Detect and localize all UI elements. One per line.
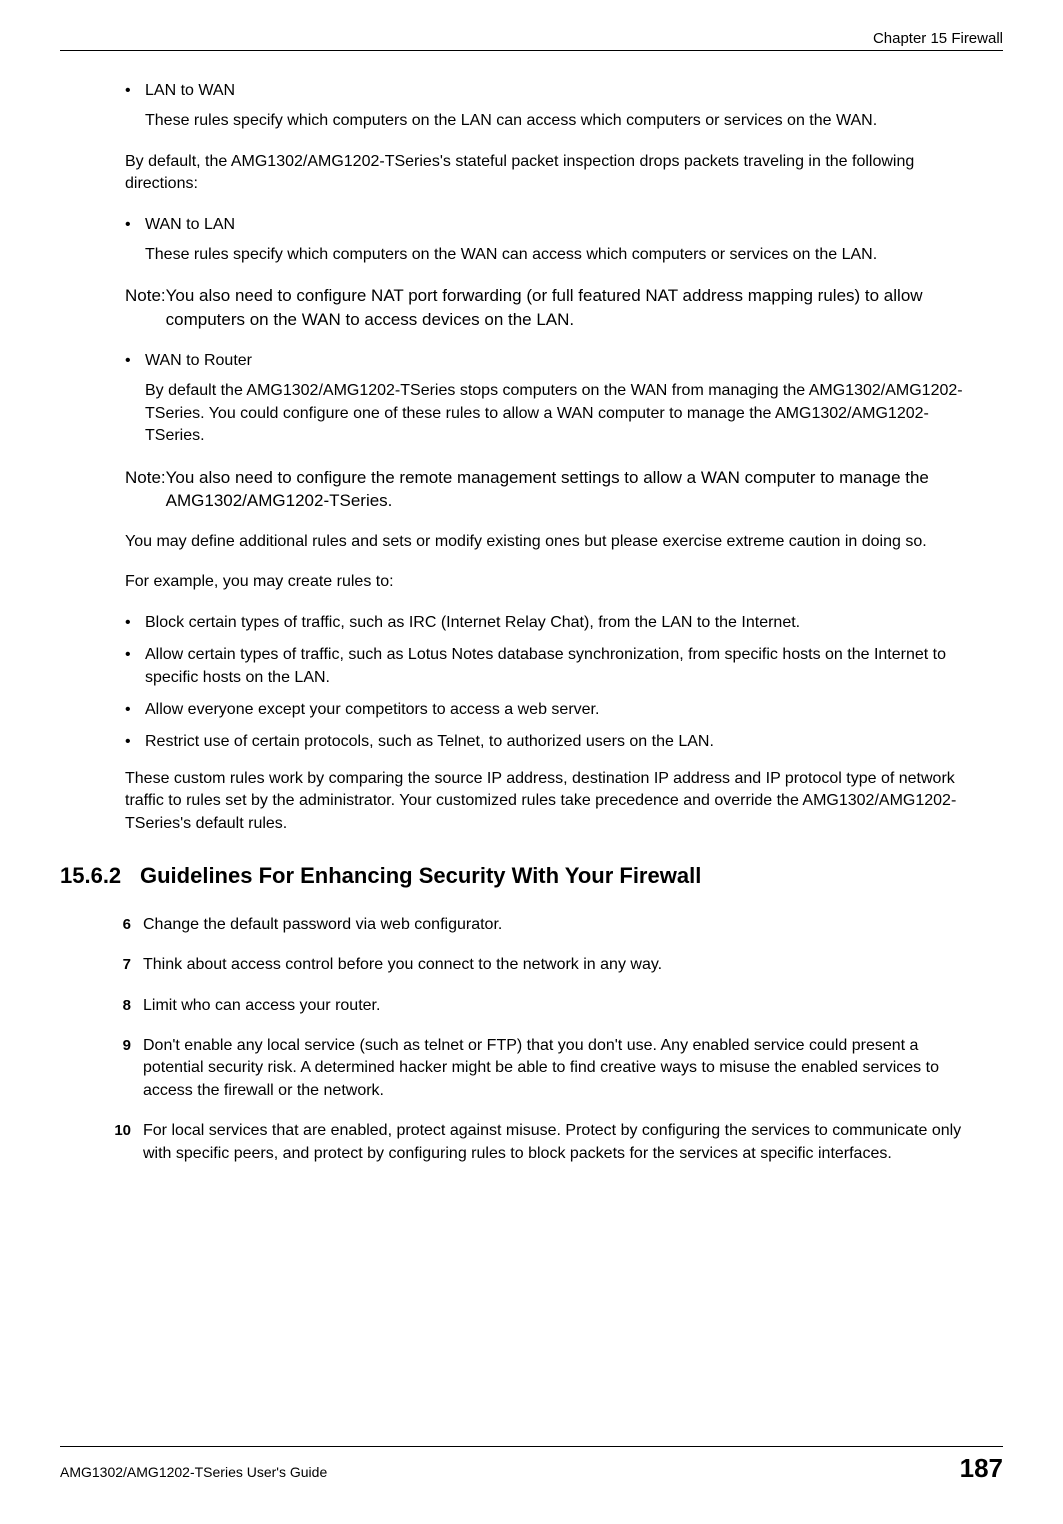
list-item: 8 Limit who can access your router.: [101, 995, 983, 1017]
list-item: 7 Think about access control before you …: [101, 954, 983, 976]
paragraph: These custom rules work by comparing the…: [125, 768, 983, 835]
bullet-title: WAN to Router: [145, 350, 983, 372]
note: Note: You also need to configure the rem…: [125, 466, 983, 514]
page-content: • LAN to WAN These rules specify which c…: [60, 80, 1003, 1165]
list-text: Don't enable any local service (such as …: [143, 1035, 983, 1102]
list-number: 9: [101, 1035, 143, 1102]
chapter-header: Chapter 15 Firewall: [873, 30, 1003, 47]
section-title: Guidelines For Enhancing Security With Y…: [140, 863, 701, 888]
bullet-item: • LAN to WAN: [125, 80, 983, 102]
bullet-marker: •: [125, 644, 145, 689]
list-number: 7: [101, 954, 143, 976]
bullet-item: • WAN to Router: [125, 350, 983, 372]
list-item: 6 Change the default password via web co…: [101, 914, 983, 936]
bullet-title: LAN to WAN: [145, 80, 983, 102]
list-text: Change the default password via web conf…: [143, 914, 983, 936]
page-footer: AMG1302/AMG1202-TSeries User's Guide 187: [60, 1446, 1003, 1484]
list-item: 10 For local services that are enabled, …: [101, 1120, 983, 1165]
bullet-description: By default the AMG1302/AMG1202-TSeries s…: [125, 380, 983, 447]
list-item: 9 Don't enable any local service (such a…: [101, 1035, 983, 1102]
list-text: Limit who can access your router.: [143, 995, 983, 1017]
example-bullet-list: • Block certain types of traffic, such a…: [125, 612, 983, 754]
section-heading: 15.6.2Guidelines For Enhancing Security …: [60, 861, 983, 892]
note: Note: You also need to configure NAT por…: [125, 284, 983, 332]
list-text: Think about access control before you co…: [143, 954, 983, 976]
note-body: You also need to configure the remote ma…: [166, 466, 983, 514]
paragraph: For example, you may create rules to:: [125, 571, 983, 593]
bullet-marker: •: [125, 612, 145, 634]
paragraph: You may define additional rules and sets…: [125, 531, 983, 553]
footer-guide-name: AMG1302/AMG1202-TSeries User's Guide: [60, 1464, 327, 1480]
numbered-list: 6 Change the default password via web co…: [125, 914, 983, 1165]
bullet-marker: •: [125, 350, 145, 372]
page-number: 187: [960, 1453, 1003, 1484]
bullet-item: • Allow certain types of traffic, such a…: [125, 644, 983, 689]
footer-rule: [60, 1446, 1003, 1447]
bullet-item: • WAN to LAN: [125, 214, 983, 236]
bullet-text: Restrict use of certain protocols, such …: [145, 731, 983, 753]
header-rule: [60, 50, 1003, 51]
list-number: 8: [101, 995, 143, 1017]
list-number: 6: [101, 914, 143, 936]
note-body: You also need to configure NAT port forw…: [166, 284, 983, 332]
bullet-item: • Allow everyone except your competitors…: [125, 699, 983, 721]
paragraph: By default, the AMG1302/AMG1202-TSeries'…: [125, 151, 983, 196]
note-label: Note:: [125, 466, 166, 514]
bullet-description: These rules specify which computers on t…: [125, 110, 983, 132]
bullet-text: Block certain types of traffic, such as …: [145, 612, 983, 634]
bullet-marker: •: [125, 80, 145, 102]
bullet-marker: •: [125, 214, 145, 236]
bullet-marker: •: [125, 699, 145, 721]
bullet-item: • Block certain types of traffic, such a…: [125, 612, 983, 634]
list-number: 10: [101, 1120, 143, 1165]
bullet-text: Allow certain types of traffic, such as …: [145, 644, 983, 689]
list-text: For local services that are enabled, pro…: [143, 1120, 983, 1165]
bullet-text: Allow everyone except your competitors t…: [145, 699, 983, 721]
section-number: 15.6.2: [60, 861, 140, 892]
bullet-item: • Restrict use of certain protocols, suc…: [125, 731, 983, 753]
bullet-marker: •: [125, 731, 145, 753]
bullet-title: WAN to LAN: [145, 214, 983, 236]
note-label: Note:: [125, 284, 166, 332]
bullet-description: These rules specify which computers on t…: [125, 244, 983, 266]
